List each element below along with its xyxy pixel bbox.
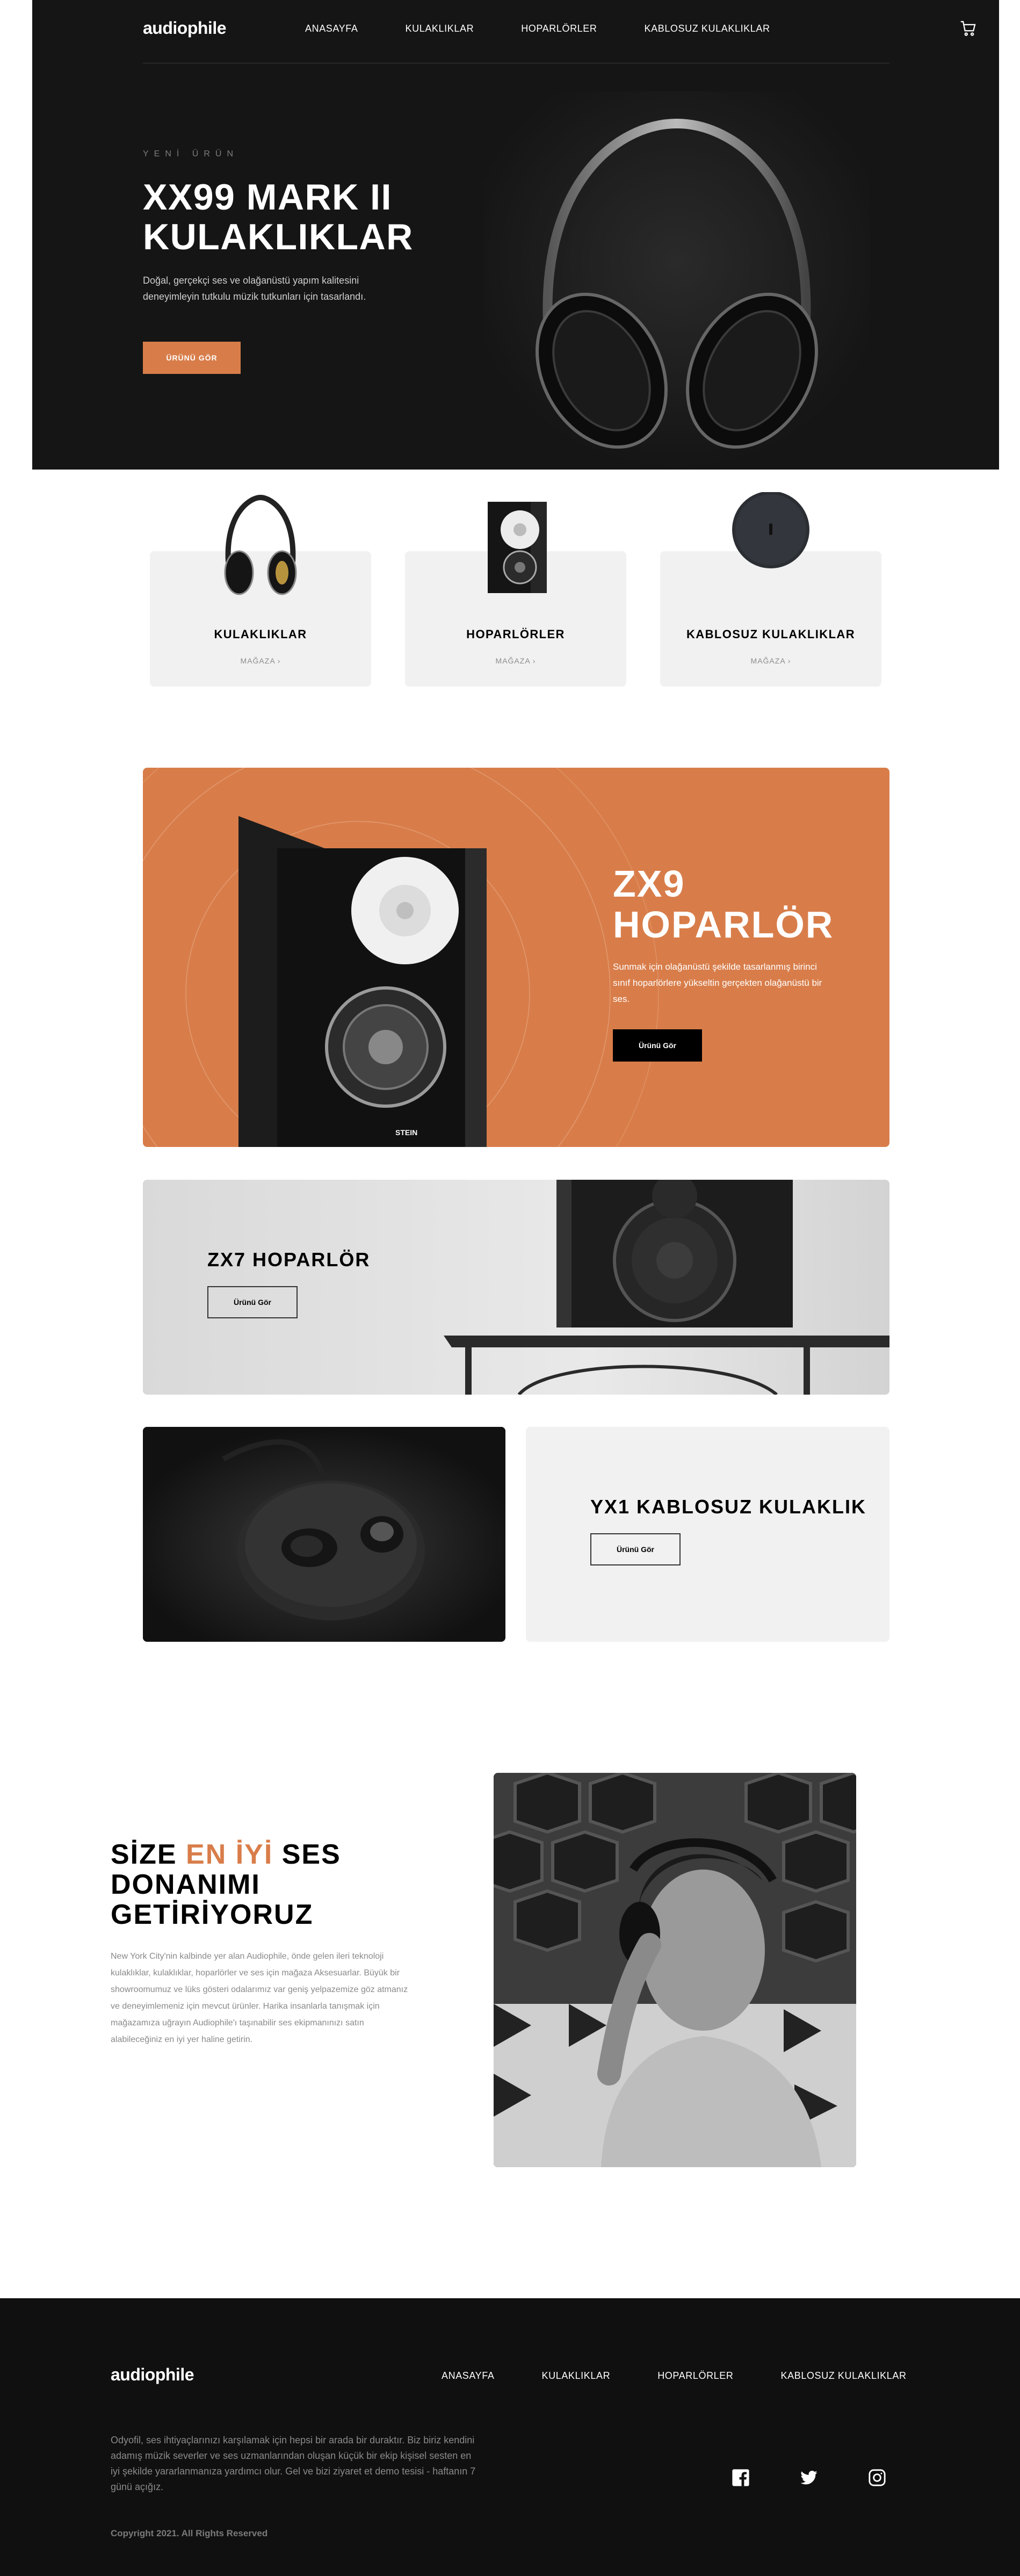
zx9-promo: STEIN ZX9 HOPARLÖR Sunmak için olağanüst…	[143, 768, 889, 1147]
zx7-promo: ZX7 HOPARLÖR Ürünü Gör	[143, 1180, 889, 1395]
category-shop-link[interactable]: MAĞAZA ›	[660, 656, 881, 665]
zx9-title-line2: HOPARLÖR	[613, 904, 834, 946]
about-title-accent: EN İYİ	[186, 1839, 273, 1870]
hero-section: audiophile ANASAYFA KULAKLIKLAR HOPARLÖR…	[32, 0, 999, 470]
hero-see-product-button[interactable]: ÜRÜNÜ GÖR	[143, 342, 241, 374]
zx9-title-line1: ZX9	[613, 863, 685, 905]
footer-links: ANASAYFA KULAKLIKLAR HOPARLÖRLER KABLOSU…	[442, 2370, 907, 2382]
zx9-title: ZX9 HOPARLÖR	[613, 863, 834, 945]
hero-headphones-image	[483, 91, 870, 470]
nav-links: ANASAYFA KULAKLIKLAR HOPARLÖRLER KABLOSU…	[305, 23, 770, 34]
facebook-icon[interactable]	[732, 2469, 750, 2487]
footer-logo[interactable]: audiophile	[111, 2365, 194, 2385]
hero-title: XX99 MARK II KULAKLIKLAR	[143, 177, 465, 257]
yx1-title: YX1 KABLOSUZ KULAKLIK	[590, 1496, 867, 1518]
zx7-see-product-button[interactable]: Ürünü Gör	[207, 1286, 298, 1318]
brand-logo[interactable]: audiophile	[143, 18, 227, 38]
footer-link-home[interactable]: ANASAYFA	[442, 2370, 495, 2382]
category-name: KULAKLIKLAR	[214, 627, 307, 641]
category-shop-link[interactable]: MAĞAZA ›	[405, 656, 626, 665]
about-man-with-headphones-image	[494, 1773, 856, 2167]
footer-link-earphones[interactable]: KABLOSUZ KULAKLIKLAR	[781, 2370, 907, 2382]
category-card-earphones[interactable]: KABLOSUZ KULAKLIKLAR MAĞAZA ›	[660, 492, 881, 687]
yx1-promo: YX1 KABLOSUZ KULAKLIK Ürünü Gör	[526, 1427, 889, 1642]
nav-link-earphones[interactable]: KABLOSUZ KULAKLIKLAR	[645, 23, 770, 34]
earphones-case-image	[732, 492, 809, 568]
footer-link-headphones[interactable]: KULAKLIKLAR	[542, 2370, 611, 2382]
category-card-speakers[interactable]: HOPARLÖRLER MAĞAZA ›	[405, 502, 626, 687]
about-title-part1: SİZE	[111, 1839, 186, 1870]
zx9-speaker-brand: STEIN	[395, 1128, 417, 1137]
category-shop-link[interactable]: MAĞAZA ›	[150, 656, 371, 665]
yx1-earphones-image	[143, 1427, 505, 1642]
twitter-icon[interactable]	[800, 2469, 818, 2487]
footer-description: Odyofil, ses ihtiyaçlarınızı karşılamak …	[111, 2435, 476, 2492]
hero-eyebrow: YENİ ÜRÜN	[143, 149, 239, 158]
about-title: SİZE EN İYİ SES DONANIMI GETİRİYORUZ	[111, 1839, 379, 1930]
nav-link-home[interactable]: ANASAYFA	[305, 23, 358, 34]
zx9-description: Sunmak için olağanüstü şekilde tasarlanm…	[613, 962, 822, 1004]
nav-link-headphones[interactable]: KULAKLIKLAR	[406, 23, 474, 34]
footer: audiophile ANASAYFA KULAKLIKLAR HOPARLÖR…	[0, 2298, 1020, 2576]
footer-link-speakers[interactable]: HOPARLÖRLER	[657, 2370, 733, 2382]
footer-copyright: Copyright 2021. All Rights Reserved	[111, 2528, 268, 2538]
zx9-speaker-image: STEIN	[143, 768, 659, 1147]
category-name: HOPARLÖRLER	[466, 627, 565, 641]
speaker-image	[488, 502, 547, 593]
yx1-see-product-button[interactable]: Ürünü Gör	[590, 1533, 681, 1565]
instagram-icon[interactable]	[868, 2469, 886, 2487]
nav-link-speakers[interactable]: HOPARLÖRLER	[521, 23, 597, 34]
hero-title-line1: XX99 MARK II	[143, 177, 392, 218]
about-description: New York City'nin kalbinde yer alan Audi…	[111, 1952, 408, 2044]
top-navigation: audiophile ANASAYFA KULAKLIKLAR HOPARLÖR…	[143, 0, 976, 63]
zx9-see-product-button[interactable]: Ürünü Gör	[613, 1029, 702, 1062]
cart-icon[interactable]	[959, 19, 978, 38]
about-photo-illustration	[494, 1773, 856, 2167]
yx1-earphones-illustration	[143, 1427, 505, 1642]
zx7-title: ZX7 HOPARLÖR	[207, 1249, 371, 1271]
hero-description: Doğal, gerçekçi ses ve olağanüstü yapım …	[143, 275, 366, 302]
category-card-headphones[interactable]: KULAKLIKLAR MAĞAZA ›	[150, 494, 371, 687]
category-name: KABLOSUZ KULAKLIKLAR	[686, 627, 855, 641]
hero-title-line2: KULAKLIKLAR	[143, 217, 414, 257]
headphones-image	[224, 494, 297, 595]
